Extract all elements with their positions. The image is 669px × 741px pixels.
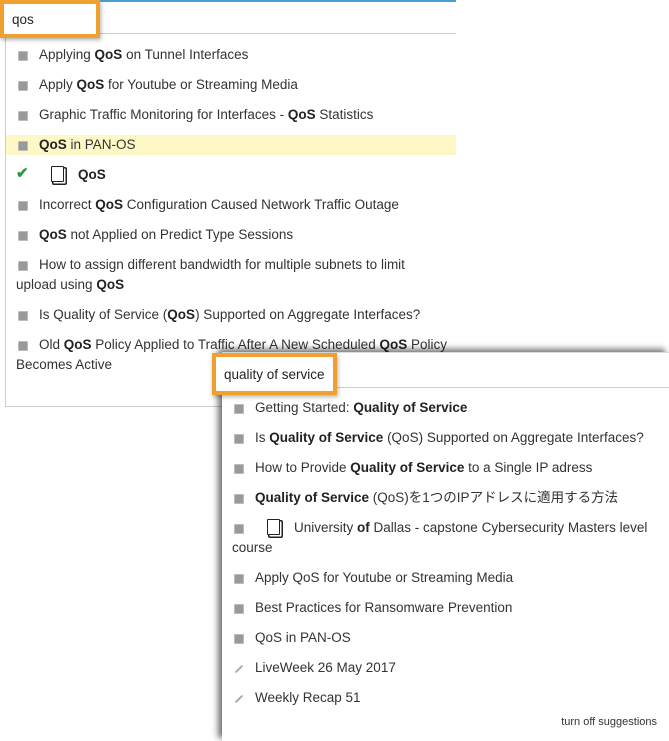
article-icon xyxy=(18,111,28,121)
article-icon xyxy=(18,341,28,351)
match-highlight: QoS xyxy=(94,47,123,62)
suggestion-item[interactable]: University of Dallas - capstone Cybersec… xyxy=(222,518,669,558)
article-icon xyxy=(234,604,244,614)
turn-off-suggestions-link[interactable]: turn off suggestions xyxy=(561,716,657,728)
suggestion-text: Is xyxy=(255,430,270,445)
search-input[interactable] xyxy=(216,357,333,391)
suggestion-item[interactable]: Apply QoS for Youtube or Streaming Media xyxy=(222,568,669,588)
suggestion-text: ) Supported on Aggregate Interfaces? xyxy=(195,307,421,322)
suggestion-text: Incorrect xyxy=(39,197,96,212)
match-highlight: Quality of Service xyxy=(350,460,465,475)
suggestion-item[interactable]: Is Quality of Service (QoS) Supported on… xyxy=(222,428,669,448)
suggestion-item[interactable]: Incorrect QoS Configuration Caused Netwo… xyxy=(6,195,456,215)
suggestion-item[interactable]: How to assign different bandwidth for mu… xyxy=(6,255,456,295)
suggestion-text: Getting Started: xyxy=(255,400,354,415)
match-highlight: QoS xyxy=(63,337,92,352)
search-box-quality-of-service[interactable] xyxy=(212,353,337,395)
suggestion-text: Old xyxy=(39,337,64,352)
match-highlight: Quality of Service xyxy=(353,400,468,415)
suggestion-item[interactable]: Quality of Service (QoS)を1つのIPアドレスに適用する方… xyxy=(222,488,669,508)
match-highlight: QoS xyxy=(287,107,316,122)
match-highlight: QoS xyxy=(96,277,125,292)
article-icon xyxy=(18,201,28,211)
match-highlight: QoS xyxy=(167,307,196,322)
match-highlight: QoS xyxy=(78,167,106,182)
suggestion-text: (QoS) Supported on Aggregate Interfaces? xyxy=(383,430,644,445)
suggestion-text: QoS in PAN-OS xyxy=(255,630,351,645)
suggestion-text: Apply xyxy=(39,77,77,92)
article-icon xyxy=(18,141,28,151)
article-icon xyxy=(18,81,28,91)
suggestion-item[interactable]: Apply QoS for Youtube or Streaming Media xyxy=(6,75,456,95)
match-highlight: Quality of Service xyxy=(255,490,370,505)
suggestion-text: Statistics xyxy=(315,107,374,122)
article-icon xyxy=(234,524,244,534)
search-box-qos[interactable] xyxy=(0,0,100,38)
match-highlight: QoS xyxy=(379,337,408,352)
check-icon: ✔ xyxy=(16,165,29,182)
suggestion-text: Weekly Recap 51 xyxy=(255,690,361,705)
match-highlight: QoS xyxy=(39,137,67,152)
suggestion-text: Configuration Caused Network Traffic Out… xyxy=(123,197,399,212)
suggestion-list: Getting Started: Quality of Service Is Qu… xyxy=(222,398,669,718)
suggestion-text: University xyxy=(294,520,358,535)
suggestion-item[interactable]: QoS not Applied on Predict Type Sessions xyxy=(6,225,456,245)
suggestion-text: (QoS)を1つのIPアドレスに適用する方法 xyxy=(369,490,619,505)
search-input[interactable] xyxy=(4,4,96,34)
suggestion-text: Apply QoS for Youtube or Streaming Media xyxy=(255,570,514,585)
suggestion-item[interactable]: Getting Started: Quality of Service xyxy=(222,398,669,418)
qos-suggestions-panel: Applying QoS on Tunnel Interfaces Apply Q… xyxy=(5,0,456,407)
suggestion-item[interactable]: Weekly Recap 51 xyxy=(222,688,669,708)
suggestion-text: to a Single IP adress xyxy=(464,460,593,475)
pencil-icon xyxy=(234,664,244,674)
suggestion-item[interactable]: ✔ QoS xyxy=(6,165,456,185)
quality-of-service-suggestions-panel: Getting Started: Quality of Service Is Qu… xyxy=(222,352,669,741)
suggestion-text: Policy Applied to Traffic After A New Sc… xyxy=(91,337,380,352)
suggestion-item[interactable]: Applying QoS on Tunnel Interfaces xyxy=(6,45,456,65)
article-icon xyxy=(18,51,28,61)
article-icon xyxy=(18,231,28,241)
article-icon xyxy=(234,634,244,644)
suggestion-item[interactable]: Graphic Traffic Monitoring for Interface… xyxy=(6,105,456,125)
article-icon xyxy=(234,494,244,504)
suggestion-text: in PAN-OS xyxy=(66,137,136,152)
suggestion-text: Graphic Traffic Monitoring for Interface… xyxy=(39,107,288,122)
suggestion-text: LiveWeek 26 May 2017 xyxy=(255,660,396,675)
suggestion-text: How to assign different bandwidth for mu… xyxy=(16,257,405,292)
suggestion-item[interactable]: Is Quality of Service (QoS) Supported on… xyxy=(6,305,456,325)
attachment-icon xyxy=(267,519,280,535)
suggestion-text: Is Quality of Service ( xyxy=(39,307,168,322)
suggestion-text: not Applied on Predict Type Sessions xyxy=(66,227,294,242)
suggestion-text: Best Practices for Ransomware Prevention xyxy=(255,600,513,615)
article-icon xyxy=(234,404,244,414)
match-highlight: Quality of Service xyxy=(269,430,384,445)
match-highlight: QoS xyxy=(39,227,67,242)
match-highlight: of xyxy=(357,520,370,535)
suggestion-text: for Youtube or Streaming Media xyxy=(104,77,298,92)
article-icon xyxy=(234,434,244,444)
suggestion-text: Applying xyxy=(39,47,95,62)
article-icon xyxy=(18,261,28,271)
suggestion-item[interactable]: Best Practices for Ransomware Prevention xyxy=(222,598,669,618)
pencil-icon xyxy=(234,694,244,704)
suggestion-item[interactable]: QoS in PAN-OS xyxy=(222,628,669,648)
match-highlight: QoS xyxy=(76,77,105,92)
suggestion-text: How to Provide xyxy=(255,460,351,475)
suggestion-item[interactable]: How to Provide Quality of Service to a S… xyxy=(222,458,669,478)
attachment-icon xyxy=(51,166,64,182)
article-icon xyxy=(234,574,244,584)
suggestion-list: Applying QoS on Tunnel Interfaces Apply Q… xyxy=(6,45,456,385)
suggestion-item[interactable]: QoS in PAN-OS xyxy=(6,135,456,155)
article-icon xyxy=(234,464,244,474)
match-highlight: QoS xyxy=(95,197,124,212)
suggestion-item[interactable]: LiveWeek 26 May 2017 xyxy=(222,658,669,678)
article-icon xyxy=(18,311,28,321)
suggestion-text: on Tunnel Interfaces xyxy=(122,47,249,62)
